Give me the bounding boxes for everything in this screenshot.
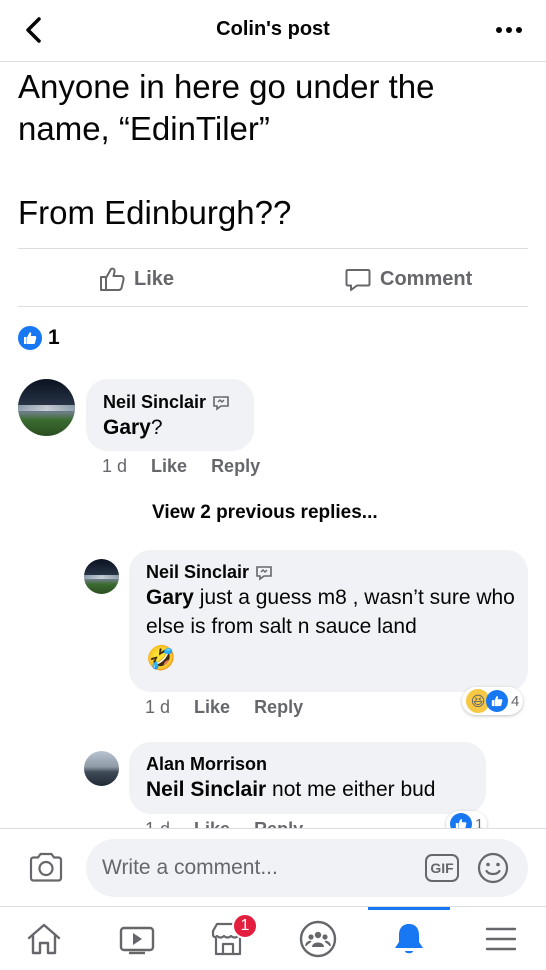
tab-watch[interactable] bbox=[117, 919, 157, 959]
like-reaction-icon bbox=[18, 326, 42, 350]
home-icon bbox=[27, 923, 61, 955]
view-previous-replies[interactable]: View 2 previous replies... bbox=[152, 502, 378, 524]
post-text: Anyone in here go under the name, “EdinT… bbox=[18, 68, 435, 231]
avatar[interactable] bbox=[84, 751, 119, 786]
comment-button[interactable]: Comment bbox=[344, 262, 472, 296]
comment-bubble: Neil Sinclair Gary just a guess m8 , was… bbox=[129, 550, 528, 692]
page-title: Colin's post bbox=[216, 18, 330, 40]
camera-button[interactable] bbox=[28, 851, 64, 888]
more-options-button[interactable] bbox=[496, 22, 526, 38]
dot-icon bbox=[496, 27, 502, 33]
hamburger-menu-icon bbox=[485, 927, 517, 951]
timestamp: 1 d bbox=[145, 818, 170, 828]
like-button[interactable]: Like bbox=[98, 262, 174, 296]
comment-input-pill[interactable]: GIF bbox=[86, 839, 528, 897]
comment-meta: 1 d Like Reply bbox=[102, 456, 260, 477]
comment-reply-button[interactable]: Reply bbox=[254, 818, 303, 828]
post-reactions[interactable]: 1 bbox=[18, 326, 60, 350]
comment-author[interactable]: Neil Sinclair bbox=[146, 562, 516, 583]
author-name[interactable]: Neil Sinclair bbox=[103, 392, 206, 413]
bottom-tab-bar: 1 bbox=[0, 906, 546, 970]
comment-body: ? bbox=[150, 416, 163, 439]
reaction-count: 4 bbox=[511, 692, 520, 710]
comment-text: Gary just a guess m8 , wasn’t sure who e… bbox=[146, 583, 516, 641]
comment-body: not me either bud bbox=[266, 778, 436, 801]
top-bar: Colin's post bbox=[0, 0, 546, 62]
timestamp: 1 d bbox=[145, 697, 171, 717]
top-fan-badge-icon bbox=[213, 395, 229, 411]
tab-notifications[interactable] bbox=[389, 919, 429, 959]
comment-reply-button[interactable]: Reply bbox=[211, 456, 260, 477]
smiley-icon bbox=[477, 852, 509, 884]
comment-text: Neil Sinclair not me either bud bbox=[146, 775, 436, 804]
mention[interactable]: Gary bbox=[146, 586, 194, 609]
top-fan-badge-icon bbox=[256, 565, 272, 581]
comment-bubble: Neil Sinclair Gary? bbox=[86, 379, 254, 451]
reaction-count: 1 bbox=[48, 326, 60, 349]
comment-author[interactable]: Alan Morrison bbox=[146, 754, 436, 775]
avatar[interactable] bbox=[84, 559, 119, 594]
rofl-emoji: 🤣 bbox=[146, 645, 176, 672]
sticker-button[interactable] bbox=[476, 851, 510, 890]
bell-icon bbox=[395, 924, 423, 954]
tab-groups[interactable] bbox=[298, 919, 338, 959]
tab-marketplace[interactable]: 1 bbox=[208, 913, 258, 959]
divider bbox=[18, 306, 528, 307]
comment-reply-button[interactable]: Reply bbox=[254, 697, 303, 718]
thumbs-up-icon bbox=[100, 267, 125, 291]
comment-bubble: Alan Morrison Neil Sinclair not me eithe… bbox=[129, 742, 486, 814]
dot-icon bbox=[516, 27, 522, 33]
notification-badge: 1 bbox=[232, 913, 258, 939]
timestamp: 1 d bbox=[102, 456, 128, 476]
active-tab-indicator bbox=[368, 907, 450, 910]
avatar[interactable] bbox=[18, 379, 75, 436]
reply-reactions[interactable]: 😆 4 bbox=[462, 687, 524, 715]
comment-meta: 1 d Like Reply bbox=[145, 697, 303, 718]
gif-button[interactable]: GIF bbox=[425, 854, 459, 882]
author-name[interactable]: Alan Morrison bbox=[146, 754, 267, 775]
like-label: Like bbox=[134, 267, 175, 290]
dot-icon bbox=[506, 27, 512, 33]
comment-body: just a guess m8 , wasn’t sure who else i… bbox=[146, 586, 515, 638]
tab-menu[interactable] bbox=[481, 919, 521, 959]
comment-composer: GIF bbox=[0, 828, 546, 906]
like-reaction-icon bbox=[486, 690, 508, 712]
comment-input[interactable] bbox=[102, 853, 402, 883]
camera-icon bbox=[29, 852, 63, 882]
video-icon bbox=[119, 926, 155, 955]
author-name[interactable]: Neil Sinclair bbox=[146, 562, 249, 583]
comment-label: Comment bbox=[380, 267, 473, 290]
comment-author[interactable]: Neil Sinclair bbox=[103, 392, 230, 413]
comment-like-button[interactable]: Like bbox=[194, 697, 230, 718]
groups-icon bbox=[299, 920, 337, 958]
comment-meta: 1 d Like Reply bbox=[145, 818, 303, 828]
mention[interactable]: Gary bbox=[103, 416, 151, 439]
divider bbox=[18, 248, 528, 249]
mention[interactable]: Neil Sinclair bbox=[146, 778, 266, 801]
comment-text: Gary? bbox=[103, 413, 230, 442]
comment-like-button[interactable]: Like bbox=[151, 456, 187, 477]
comment-like-button[interactable]: Like bbox=[194, 818, 230, 828]
comment-icon bbox=[345, 269, 371, 291]
tab-home[interactable] bbox=[24, 919, 64, 959]
